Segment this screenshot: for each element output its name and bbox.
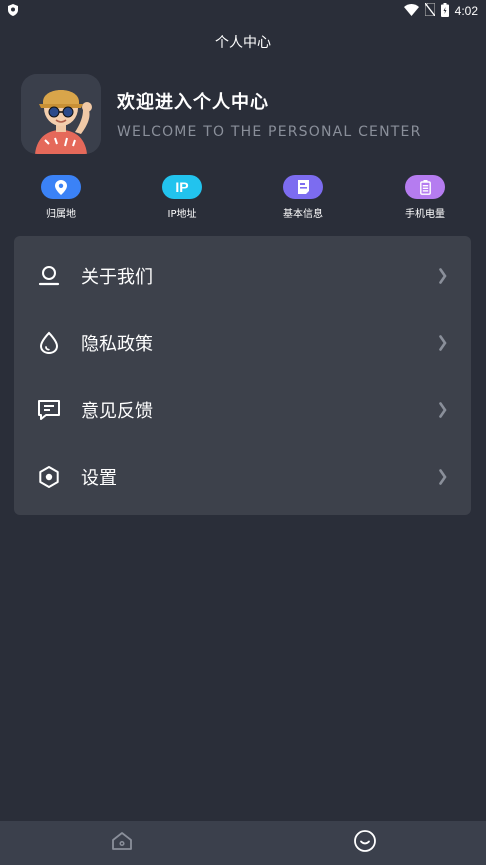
menu-item-feedback[interactable]: 意见反馈 [14,376,471,443]
menu-item-label: 意见反馈 [81,400,153,422]
quick-action-location[interactable]: 归属地 [21,175,101,220]
shield-icon [8,3,18,19]
bottom-nav [0,821,486,865]
menu-item-label: 关于我们 [81,266,153,288]
menu-item-about[interactable]: 关于我们 [14,242,471,309]
quick-action-label: 基本信息 [283,209,323,220]
tab-home[interactable] [0,821,243,865]
status-time: 4:02 [454,4,478,18]
menu-item-privacy[interactable]: 隐私政策 [14,309,471,376]
ip-icon-text: IP [175,179,189,195]
location-pin-icon [41,175,81,199]
avatar-cartoon-boy [21,74,101,154]
battery-icon [440,2,449,20]
status-bar: 4:02 [0,0,486,22]
quick-action-label: 手机电量 [405,209,445,220]
quick-action-label: IP地址 [167,209,197,220]
user-icon [36,263,62,289]
quick-actions: 归属地 IP IP地址 基本信息 手机电量 [0,175,486,225]
chevron-right-icon [437,267,449,285]
welcome-title: 欢迎进入个人中心 [117,92,269,113]
menu-item-label: 隐私政策 [81,333,153,355]
battery-icon [405,175,445,199]
settings-icon [36,464,62,490]
drop-icon [36,330,62,356]
ip-icon: IP [162,175,202,199]
tab-profile[interactable] [243,821,486,865]
quick-action-label: 归属地 [46,209,76,220]
quick-action-battery[interactable]: 手机电量 [385,175,465,220]
quick-action-ip[interactable]: IP IP地址 [142,175,222,220]
info-card-icon [283,175,323,199]
no-sim-icon [424,2,436,19]
chevron-right-icon [437,401,449,419]
smiley-icon [353,829,377,857]
wifi-icon [403,3,419,19]
home-icon [111,831,133,855]
page-title: 个人中心 [215,35,271,51]
menu-item-settings[interactable]: 设置 [14,443,471,510]
quick-action-info[interactable]: 基本信息 [263,175,343,220]
chevron-right-icon [437,468,449,486]
avatar[interactable] [21,74,101,154]
feedback-icon [36,397,62,423]
welcome-subtitle: WELCOME TO THE PERSONAL CENTER [117,124,422,140]
menu-item-label: 设置 [81,467,117,489]
chevron-right-icon [437,334,449,352]
menu-card: 关于我们 隐私政策 意见反馈 设置 [14,236,471,515]
